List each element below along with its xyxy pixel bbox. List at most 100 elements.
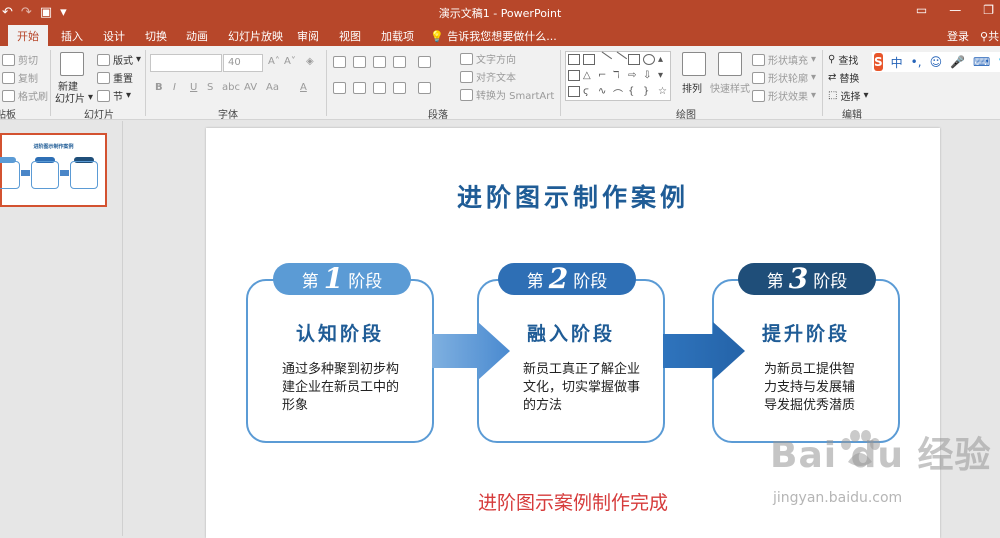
ribbon: 剪切 复制 格式刷 剪贴板 新建 幻灯片▾ 版式▾ 重置 节▾ 幻灯片 40 A… (0, 46, 1000, 121)
replace-button[interactable]: ⇄ 替换 (828, 70, 859, 85)
underline-button[interactable]: U (190, 82, 197, 93)
shape-brace2-icon[interactable]: } (643, 86, 655, 97)
sign-in-link[interactable]: 登录 (947, 28, 969, 44)
font-color-button[interactable]: A (300, 82, 307, 93)
align-right-icon[interactable] (373, 82, 386, 94)
decrease-indent-icon[interactable] (373, 56, 386, 68)
bullets-icon[interactable] (333, 56, 346, 68)
justify-icon[interactable] (393, 82, 406, 94)
thumbnail-stage-box (0, 161, 20, 189)
shape-right-arrow-icon[interactable]: ⇨ (628, 70, 640, 81)
shape-brace-icon[interactable]: { (628, 86, 640, 97)
shape-down-arrow-icon[interactable]: ⇩ (643, 70, 655, 81)
stage-tag-2[interactable]: 第 2 阶段 (498, 263, 636, 295)
stage-tag-3[interactable]: 第 3 阶段 (738, 263, 876, 295)
shape-vtextbox-icon[interactable] (583, 54, 595, 65)
format-painter-button[interactable]: 格式刷 (2, 88, 48, 103)
sogou-logo-icon[interactable]: S (874, 53, 883, 71)
columns-icon[interactable] (418, 82, 431, 94)
shape-outline-button[interactable]: 形状轮廓 ▾ (752, 70, 816, 85)
tab-slideshow[interactable]: 幻灯片放映 (228, 28, 283, 44)
section-button[interactable]: 节 ▾ (97, 88, 131, 103)
shape-scroll-down-icon[interactable]: ▾ (658, 70, 670, 81)
shape-effects-button[interactable]: 形状效果 ▾ (752, 88, 816, 103)
right-arrow-shape-2[interactable] (663, 322, 745, 380)
shape-more-icon[interactable]: ▴ (658, 54, 670, 65)
font-name-field[interactable] (150, 54, 222, 72)
clear-formatting-icon[interactable]: ◈ (306, 56, 314, 67)
stage-card-1[interactable]: 认知阶段 通过多种聚到初步构建企业在新员工中的形象 (246, 279, 434, 443)
copy-button[interactable]: 复制 (2, 70, 38, 85)
shape-oval-icon[interactable] (643, 54, 655, 65)
tab-addins[interactable]: 加载项 (381, 28, 414, 44)
text-direction-icon (460, 52, 473, 65)
tab-home[interactable]: 开始 (8, 25, 48, 46)
shadow-button[interactable]: abc (222, 82, 240, 93)
arrange-label: 排列 (682, 84, 702, 95)
shape-wave-icon[interactable]: ∿ (598, 86, 610, 97)
increase-font-button[interactable]: A˄ (268, 56, 280, 67)
shape-expand-icon[interactable]: ☆ (658, 86, 670, 97)
share-button[interactable]: ⚲共 (980, 28, 999, 44)
shape-arrow-line-icon[interactable] (610, 51, 628, 68)
layout-button[interactable]: 版式 ▾ (97, 52, 141, 67)
align-text-button[interactable]: 对齐文本 (460, 69, 516, 84)
strikethrough-button[interactable]: S (207, 82, 213, 93)
minimize-button[interactable]: — (949, 3, 961, 17)
select-button[interactable]: ⬚ 选择 ▾ (828, 88, 868, 103)
numbering-icon[interactable] (353, 56, 366, 68)
slide-thumbnail[interactable]: 进阶图示制作案例 (0, 133, 107, 207)
new-slide-label-2: 幻灯片 (55, 94, 85, 105)
decrease-font-button[interactable]: A˅ (284, 56, 296, 67)
window-title: 演示文稿1 - PowerPoint (438, 7, 562, 20)
shape-fill-button[interactable]: 形状填充 ▾ (752, 52, 816, 67)
increase-indent-icon[interactable] (393, 56, 406, 68)
cut-button[interactable]: 剪切 (2, 52, 38, 67)
shape-flow-icon[interactable] (568, 86, 580, 97)
tab-animations[interactable]: 动画 (186, 28, 208, 44)
shape-rect-icon[interactable] (628, 54, 640, 65)
restore-button[interactable]: ❐ (983, 3, 994, 17)
align-center-icon[interactable] (353, 82, 366, 94)
arrange-button[interactable]: 排列 (682, 80, 702, 95)
new-slide-dropdown[interactable]: 幻灯片 ▾ (55, 90, 93, 105)
slide-title[interactable]: 进阶图示制作案例 (206, 178, 940, 214)
reset-button[interactable]: 重置 (97, 70, 133, 85)
find-button[interactable]: ⚲ 查找 (828, 52, 858, 67)
shape-textbox-icon[interactable] (568, 54, 580, 65)
tell-me-search[interactable]: 💡 告诉我您想要做什么... (430, 28, 557, 44)
shape-arc-icon[interactable]: ⌒ (613, 86, 625, 101)
tab-design[interactable]: 设计 (103, 28, 125, 44)
divider (50, 50, 51, 116)
change-case-button[interactable]: Aa (266, 82, 279, 93)
title-bar: ↶ ↷ ▣ ▾ 演示文稿1 - PowerPoint ▭ — ❐ (0, 0, 1000, 25)
shape-curve-icon[interactable]: ϛ (583, 86, 595, 97)
italic-button[interactable]: I (173, 82, 176, 93)
shape-line-icon[interactable] (595, 51, 613, 68)
ime-chinese-mode[interactable]: 中 (891, 54, 903, 71)
shape-rect2-icon[interactable] (568, 70, 580, 81)
tab-transitions[interactable]: 切换 (145, 28, 167, 44)
bold-button[interactable]: B (155, 82, 163, 93)
smartart-button[interactable]: 转换为 SmartArt (460, 87, 554, 102)
tab-insert[interactable]: 插入 (61, 28, 83, 44)
right-arrow-shape-1[interactable] (432, 322, 510, 380)
ime-emoji-icon[interactable]: ☺ (930, 55, 943, 69)
ime-keyboard-icon[interactable]: ⌨ (973, 55, 990, 69)
shape-elbow-icon[interactable]: ⌐ (598, 70, 610, 81)
text-direction-button[interactable]: 文字方向 (460, 51, 516, 66)
tab-review[interactable]: 审阅 (297, 28, 319, 44)
ime-voice-icon[interactable]: 🎤 (950, 55, 965, 69)
shape-elbow2-icon[interactable]: ℸ (613, 70, 625, 81)
line-spacing-icon[interactable] (418, 56, 431, 68)
shape-triangle-icon[interactable]: △ (583, 70, 595, 81)
quick-styles-button[interactable]: 快速样式 (710, 80, 750, 95)
align-left-icon[interactable] (333, 82, 346, 94)
character-spacing-button[interactable]: AV (244, 82, 257, 93)
tab-view[interactable]: 视图 (339, 28, 361, 44)
stage-tag-1[interactable]: 第 1 阶段 (273, 263, 411, 295)
shapes-gallery[interactable]: ▴ △ ⌐ ℸ ⇨ ⇩ ▾ ϛ ∿ ⌒{} ☆ (565, 51, 671, 101)
font-size-field[interactable]: 40 (223, 54, 263, 72)
ime-punctuation-icon[interactable]: •, (911, 55, 922, 69)
ribbon-display-options-icon[interactable]: ▭ (916, 3, 927, 17)
